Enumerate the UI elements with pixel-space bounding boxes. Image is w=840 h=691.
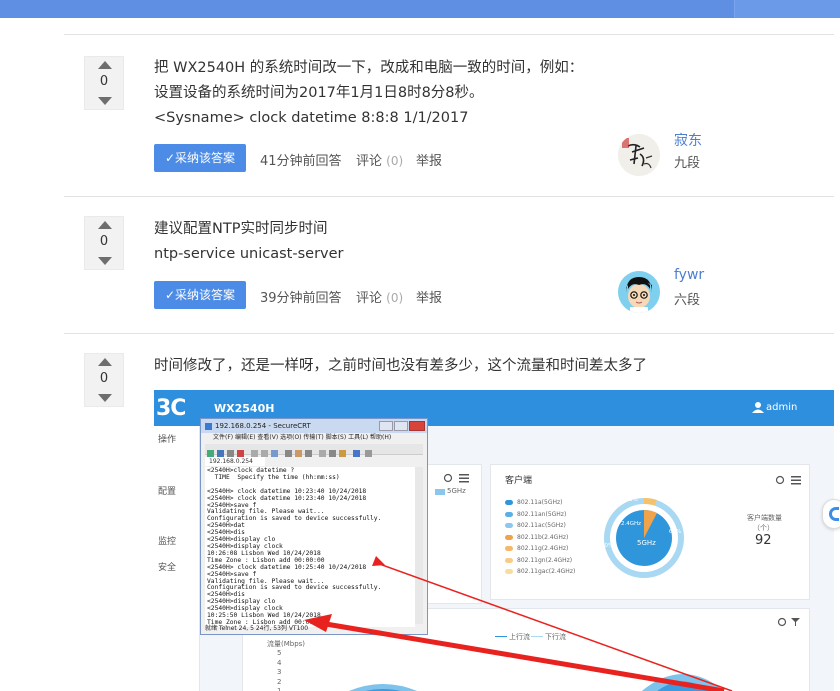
accept-answer-button[interactable]: ✓采纳该答案 [154, 281, 246, 309]
comment-link[interactable]: 评论 (0) [356, 150, 403, 169]
answer-text-line: 设置设备的系统时间为2017年1月1日8时8分8秒。 [154, 85, 484, 101]
report-link[interactable]: 举报 [416, 287, 442, 306]
upvote-arrow-icon[interactable] [98, 221, 112, 229]
report-link[interactable]: 举报 [416, 150, 442, 169]
avatar[interactable] [618, 134, 660, 176]
answer-text-line: 建议配置NTP实时同步时间 [154, 221, 328, 237]
top-navigation-bar [0, 0, 840, 18]
divider [64, 34, 834, 35]
floating-side-button[interactable] [822, 499, 840, 529]
comment-label: 评论 [356, 154, 383, 169]
user-level: 六段 [674, 293, 701, 308]
vote-count: 0 [99, 74, 109, 89]
comment-count: (0) [386, 154, 404, 168]
vote-count: 0 [99, 234, 109, 249]
vote-box: 0 [84, 56, 124, 110]
comment-label: 评论 [356, 291, 383, 306]
user-level: 九段 [674, 156, 701, 171]
answer-text-line: ntp-service unicast-server [154, 246, 344, 262]
top-bar-tab[interactable] [734, 0, 840, 18]
vote-box: 0 [84, 216, 124, 270]
answer-text-line: 把 WX2540H 的系统时间改一下，改成和电脑一致的时间，例如： [154, 60, 584, 76]
upvote-arrow-icon[interactable] [98, 61, 112, 69]
user-name-link[interactable]: 寂东 [674, 130, 702, 150]
divider [64, 196, 834, 197]
answer-text-line: 时间修改了，还是一样呀，之前时间也没有差多少，这个流量和时间差太多了 [154, 358, 647, 374]
upvote-arrow-icon[interactable] [98, 358, 112, 366]
calligraphy-avatar-icon [618, 134, 660, 176]
red-annotation-arrows [304, 556, 733, 691]
vote-box: 0 [84, 353, 124, 407]
feedback-icon [829, 507, 839, 521]
divider [64, 333, 834, 334]
user-name-link[interactable]: fywr [674, 267, 704, 283]
accept-answer-button[interactable]: ✓采纳该答案 [154, 144, 246, 172]
answer-time: 41分钟前回答 [260, 154, 342, 169]
downvote-arrow-icon[interactable] [98, 394, 112, 402]
downvote-arrow-icon[interactable] [98, 257, 112, 265]
avatar[interactable] [618, 271, 660, 313]
cartoon-face-avatar-icon [618, 271, 660, 313]
downvote-arrow-icon[interactable] [98, 97, 112, 105]
attached-screenshot[interactable]: 3C WX2540H admin 操作 配置 监控 安全 5GHz 客户端 80… [154, 390, 834, 691]
vote-count: 0 [99, 371, 109, 386]
comment-count: (0) [386, 291, 404, 305]
comment-link[interactable]: 评论 (0) [356, 287, 403, 306]
answer-text-line: <Sysname> clock datetime 8:8:8 1/1/2017 [154, 110, 469, 126]
answer-time: 39分钟前回答 [260, 291, 342, 306]
